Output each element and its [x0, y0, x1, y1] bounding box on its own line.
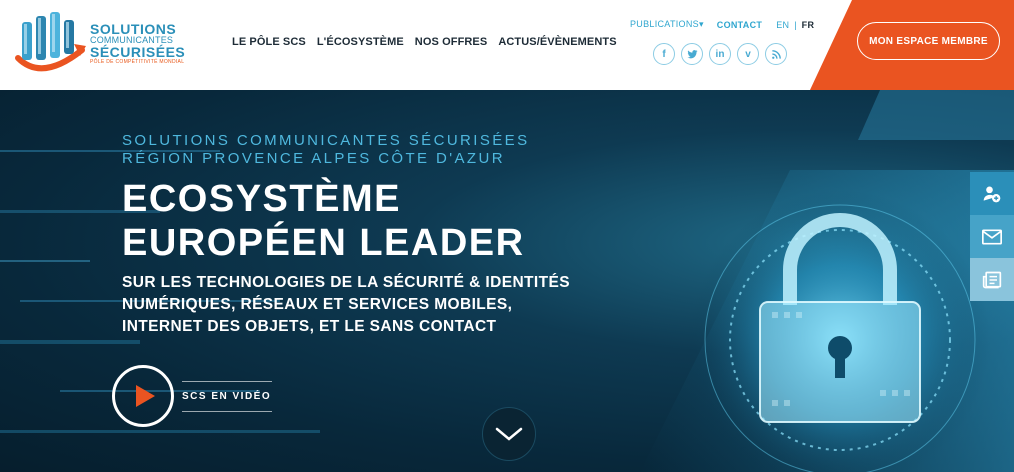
- newsletter-icon: [982, 271, 1002, 288]
- linkedin-icon[interactable]: in: [709, 43, 731, 65]
- rss-icon[interactable]: [765, 43, 787, 65]
- chevron-down-icon: ▾: [698, 19, 704, 29]
- publications-label: PUBLICATIONS: [630, 19, 699, 29]
- top-navigation: PUBLICATIONS▾ CONTACT EN | FR: [630, 19, 814, 30]
- publications-dropdown[interactable]: PUBLICATIONS▾: [630, 19, 704, 30]
- video-label[interactable]: SCS EN VIDÉO: [182, 380, 272, 412]
- video-link[interactable]: SCS EN VIDÉO: [112, 365, 272, 427]
- twitter-icon[interactable]: [681, 43, 703, 65]
- main-navigation: LE PÔLE SCS L'ÉCOSYSTÈME NOS OFFRES ACTU…: [232, 36, 617, 48]
- contact-mail-button[interactable]: [970, 215, 1014, 258]
- hero-headline-line2: EUROPÉEN LEADER: [122, 222, 525, 264]
- play-button[interactable]: [112, 365, 174, 427]
- hero-kicker-line1: SOLUTIONS COMMUNICANTES SÉCURISÉES: [122, 132, 530, 149]
- site-header: SOLUTIONS COMMUNICANTES SÉCURISÉES PÔLE …: [0, 0, 1014, 90]
- play-icon: [136, 385, 155, 407]
- newsletter-button[interactable]: [970, 258, 1014, 301]
- lang-fr-link[interactable]: FR: [802, 20, 815, 30]
- mail-icon: [982, 229, 1002, 244]
- vimeo-icon[interactable]: v: [737, 43, 759, 65]
- logo-line1: SOLUTIONS: [90, 21, 177, 37]
- hero-subtitle: SUR LES TECHNOLOGIES DE LA SÉCURITÉ & ID…: [122, 272, 570, 338]
- add-user-icon: [983, 186, 1001, 202]
- contact-link[interactable]: CONTACT: [717, 20, 762, 30]
- nav-item-nos-offres[interactable]: NOS OFFRES: [415, 36, 488, 48]
- hero-subtitle-line1: SUR LES TECHNOLOGIES DE LA SÉCURITÉ & ID…: [122, 274, 570, 291]
- logo-text: SOLUTIONS COMMUNICANTES SÉCURISÉES PÔLE …: [90, 22, 185, 65]
- logo-mark-icon: [15, 12, 86, 72]
- nav-item-actus-evenements[interactable]: ACTUS/ÉVÈNEMENTS: [498, 36, 616, 48]
- hero-banner: SOLUTIONS COMMUNICANTES SÉCURISÉES RÉGIO…: [0, 90, 1014, 472]
- hero-subtitle-line3: INTERNET DES OBJETS, ET LE SANS CONTACT: [122, 318, 497, 335]
- side-toolbar: [970, 172, 1014, 301]
- nav-item-pole-scs[interactable]: LE PÔLE SCS: [232, 36, 306, 48]
- hero-subtitle-line2: NUMÉRIQUES, RÉSEAUX ET SERVICES MOBILES,: [122, 296, 513, 313]
- logo-line3: SÉCURISÉES: [90, 44, 186, 60]
- hero-kicker: SOLUTIONS COMMUNICANTES SÉCURISÉES RÉGIO…: [122, 132, 529, 168]
- scroll-down-button[interactable]: [482, 407, 536, 461]
- site-logo[interactable]: SOLUTIONS COMMUNICANTES SÉCURISÉES PÔLE …: [12, 10, 202, 74]
- social-links: f in v: [653, 43, 787, 65]
- chevron-down-icon: [495, 427, 523, 441]
- nav-item-ecosysteme[interactable]: L'ÉCOSYSTÈME: [317, 36, 404, 48]
- member-space-button[interactable]: MON ESPACE MEMBRE: [857, 22, 1000, 60]
- hero-kicker-line2: RÉGION PROVENCE ALPES CÔTE D'AZUR: [122, 150, 505, 167]
- hero-headline-line1: ECOSYSTÈME: [122, 178, 401, 220]
- lang-en-link[interactable]: EN: [776, 20, 789, 30]
- hero-headline: ECOSYSTÈME EUROPÉEN LEADER: [122, 177, 525, 265]
- logo-tagline: PÔLE DE COMPÉTITIVITÉ MONDIAL: [90, 59, 185, 65]
- add-member-button[interactable]: [970, 172, 1014, 215]
- lang-separator: |: [794, 19, 797, 30]
- facebook-icon[interactable]: f: [653, 43, 675, 65]
